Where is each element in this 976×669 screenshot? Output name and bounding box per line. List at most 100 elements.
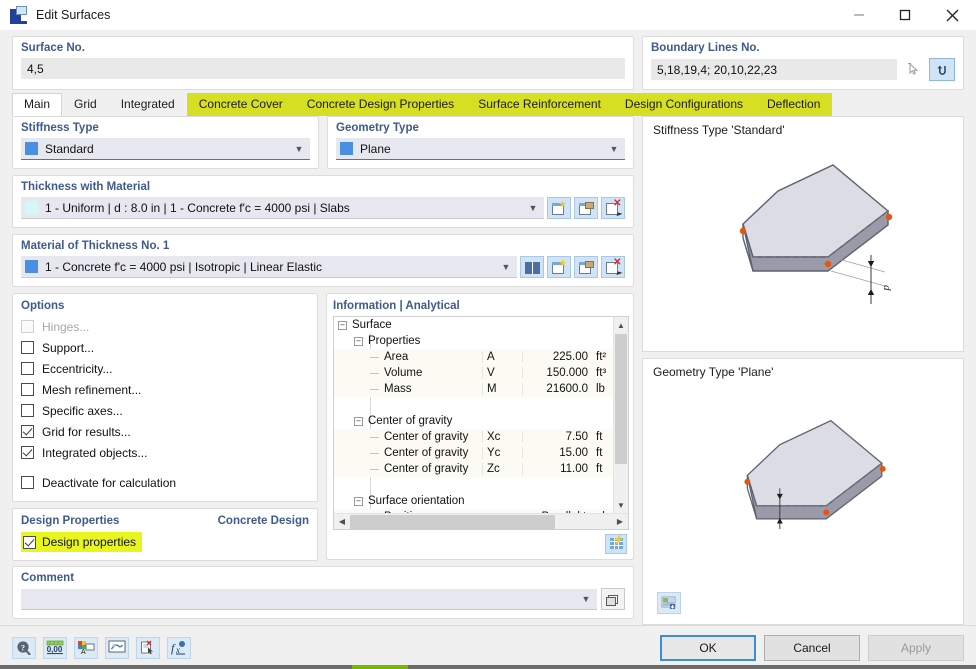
formula-icon[interactable]: f x xyxy=(167,636,191,659)
tree-row-cog-xc[interactable]: Center of gravity Xc 7.50 ft xyxy=(334,429,628,445)
option-specific-axes[interactable]: Specific axes... xyxy=(21,400,309,421)
scroll-left-icon[interactable]: ◀ xyxy=(334,517,350,526)
geometry-type-select[interactable]: Plane ▼ xyxy=(336,138,625,160)
boundary-lines-input[interactable]: 5,18,19,4; 20,10,22,23 xyxy=(651,59,897,80)
reverse-arrow-icon[interactable] xyxy=(929,58,955,81)
tree-row-mass[interactable]: Mass M 21600.0 lb xyxy=(334,381,628,397)
delete-selection-icon[interactable] xyxy=(136,636,160,659)
scroll-thumb[interactable] xyxy=(615,334,627,464)
checkbox-integrated-objects[interactable] xyxy=(21,446,34,459)
apply-button[interactable]: Apply xyxy=(868,634,964,661)
chevron-down-icon: ▼ xyxy=(609,143,619,154)
tab-concrete-cover[interactable]: Concrete Cover xyxy=(186,93,295,116)
checkbox-support[interactable] xyxy=(21,341,34,354)
tab-deflection[interactable]: Deflection xyxy=(755,93,833,116)
tree-row-area[interactable]: Area A 225.00 ft² xyxy=(334,349,628,365)
maximize-button[interactable] xyxy=(882,0,928,30)
scroll-down-icon[interactable]: ▼ xyxy=(614,497,628,513)
dialog-content: Stiffness Type Standard ▼ Geometry Type … xyxy=(0,116,976,625)
close-button[interactable] xyxy=(928,0,976,30)
design-properties-checkbox-row[interactable]: Design properties xyxy=(21,532,143,552)
tab-grid[interactable]: Grid xyxy=(62,93,109,116)
checkbox-eccentricity[interactable] xyxy=(21,362,34,375)
delete-material-icon[interactable]: ✕ xyxy=(601,256,625,278)
surface-no-input[interactable]: 4,5 xyxy=(21,58,625,79)
results-table-icon[interactable]: ⚡ xyxy=(605,533,627,554)
information-tree[interactable]: – Surface – Properties Area A 225.00 ft²… xyxy=(333,316,629,531)
option-support[interactable]: Support... xyxy=(21,337,309,358)
tree-row-cog-zc[interactable]: Center of gravity Zc 11.00 ft xyxy=(334,461,628,477)
checkbox-mesh-refinement[interactable] xyxy=(21,383,34,396)
help-icon[interactable]: ? xyxy=(12,636,36,659)
preview-column: Stiffness Type 'Standard' d Geometry Typ… xyxy=(642,116,964,625)
surface-no-label: Surface No. xyxy=(21,42,85,54)
option-hinges[interactable]: Hinges... xyxy=(21,316,309,337)
checkbox-grid-for-results[interactable] xyxy=(21,425,34,438)
scroll-right-icon[interactable]: ▶ xyxy=(612,517,628,526)
concrete-design-label: Concrete Design xyxy=(217,515,309,527)
copy-icon[interactable] xyxy=(601,588,625,610)
new-material-icon[interactable]: ★ xyxy=(547,256,571,278)
option-eccentricity[interactable]: Eccentricity... xyxy=(21,358,309,379)
option-deactivate-for-calculation[interactable]: Deactivate for calculation xyxy=(21,472,309,493)
geometry-color-swatch xyxy=(340,142,353,155)
tree-row-surface-orientation[interactable]: – Surface orientation xyxy=(334,493,628,509)
delete-thickness-icon[interactable]: ✕ xyxy=(601,197,625,219)
options-spacer xyxy=(21,463,309,472)
option-integrated-objects[interactable]: Integrated objects... xyxy=(21,442,309,463)
material-color-swatch xyxy=(25,260,38,273)
checkbox-specific-axes[interactable] xyxy=(21,404,34,417)
tab-design-configurations[interactable]: Design Configurations xyxy=(612,93,755,116)
tree-value: 15.00 xyxy=(522,447,592,459)
information-vertical-scrollbar[interactable]: ▲ ▼ xyxy=(613,317,628,514)
title-bar: Edit Surfaces xyxy=(0,0,976,30)
thickness-select[interactable]: 1 - Uniform | d : 8.0 in | 1 - Concrete … xyxy=(21,197,544,219)
information-tree-body: – Surface – Properties Area A 225.00 ft²… xyxy=(334,317,628,514)
edit-thickness-icon[interactable] xyxy=(574,197,598,219)
tree-row-properties[interactable]: – Properties xyxy=(334,333,628,349)
stiffness-preview-graphic: d xyxy=(739,164,893,304)
options-panel: Options Hinges... Support... Eccentricit… xyxy=(12,293,318,502)
option-support-label: Support... xyxy=(42,340,95,355)
surface-no-group: Surface No. 4,5 xyxy=(12,36,634,90)
render-image-icon[interactable] xyxy=(657,592,681,614)
tab-integrated[interactable]: Integrated xyxy=(109,93,187,116)
tree-row-surface[interactable]: – Surface xyxy=(334,317,628,333)
cancel-button[interactable]: Cancel xyxy=(764,634,860,661)
option-grid-for-results[interactable]: Grid for results... xyxy=(21,421,309,442)
checkbox-design-properties[interactable] xyxy=(23,535,36,549)
pick-cursor-icon[interactable] xyxy=(900,58,926,81)
comment-input[interactable]: ▼ xyxy=(21,588,597,610)
svg-text:?: ? xyxy=(21,643,25,652)
display-properties-icon[interactable]: A xyxy=(74,636,98,659)
decimal-places-icon[interactable]: 0,00 xyxy=(43,636,67,659)
scroll-up-icon[interactable]: ▲ xyxy=(614,317,628,333)
option-mesh-refinement[interactable]: Mesh refinement... xyxy=(21,379,309,400)
expander-center-of-gravity[interactable]: – xyxy=(354,416,363,426)
tab-concrete-design-properties[interactable]: Concrete Design Properties xyxy=(294,93,467,116)
tree-row-center-of-gravity-group[interactable]: – Center of gravity xyxy=(334,413,628,429)
hscroll-thumb[interactable] xyxy=(350,514,555,529)
checkbox-deactivate-for-calculation[interactable] xyxy=(21,476,34,489)
edit-material-icon[interactable] xyxy=(574,256,598,278)
ok-button[interactable]: OK xyxy=(660,634,756,661)
tree-symbol: V xyxy=(482,367,522,379)
tree-label: Center of gravity xyxy=(384,431,469,443)
information-horizontal-scrollbar[interactable]: ◀ ▶ xyxy=(334,513,628,530)
material-select[interactable]: 1 - Concrete f'c = 4000 psi | Isotropic … xyxy=(21,256,517,278)
tab-surface-reinforcement[interactable]: Surface Reinforcement xyxy=(466,93,613,116)
expander-surface-orientation[interactable]: – xyxy=(354,496,363,506)
expander-properties[interactable]: – xyxy=(354,336,363,346)
checkbox-hinges[interactable] xyxy=(21,320,34,333)
view-icon[interactable] xyxy=(105,636,129,659)
new-thickness-icon[interactable]: ★ xyxy=(547,197,571,219)
expander-surface[interactable]: – xyxy=(338,320,347,330)
material-library-icon[interactable] xyxy=(520,256,544,278)
stiffness-type-select[interactable]: Standard ▼ xyxy=(21,138,310,160)
tab-main[interactable]: Main xyxy=(12,93,63,116)
minimize-button[interactable] xyxy=(836,0,882,30)
type-row: Stiffness Type Standard ▼ Geometry Type … xyxy=(12,116,634,169)
tree-row-volume[interactable]: Volume V 150.000 ft³ xyxy=(334,365,628,381)
tree-row-cog-yc[interactable]: Center of gravity Yc 15.00 ft xyxy=(334,445,628,461)
